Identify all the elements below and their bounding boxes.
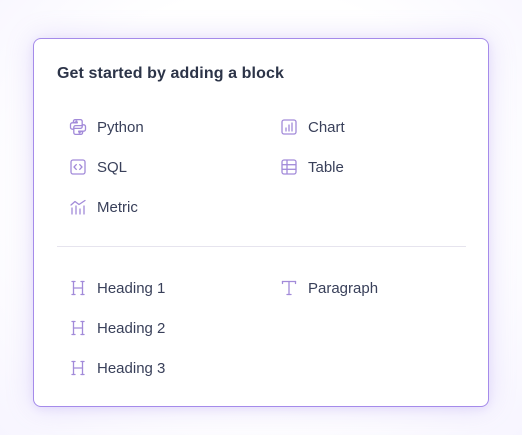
chart-label: Chart [308, 118, 345, 136]
add-table-block-button[interactable]: Table [279, 155, 344, 179]
python-label: Python [97, 118, 144, 136]
metric-label: Metric [97, 198, 138, 216]
heading-icon [68, 318, 88, 338]
panel-title: Get started by adding a block [57, 65, 284, 82]
add-python-block-button[interactable]: Python [68, 115, 144, 139]
heading-icon [68, 278, 88, 298]
paragraph-label: Paragraph [308, 279, 379, 297]
add-paragraph-block-button[interactable]: Paragraph [279, 276, 378, 300]
python-icon [68, 117, 88, 137]
add-metric-block-button[interactable]: Metric [68, 195, 138, 219]
metric-icon [68, 197, 88, 217]
canvas: Get started by adding a block Python Cha… [0, 0, 522, 435]
heading-1-label: Heading 1 [97, 279, 166, 297]
add-block-panel: Get started by adding a block Python Cha… [33, 38, 489, 407]
table-label: Table [308, 158, 344, 176]
sql-label: SQL [97, 158, 128, 176]
section-divider [57, 246, 466, 247]
add-sql-block-button[interactable]: SQL [68, 155, 127, 179]
heading-icon [68, 358, 88, 378]
chart-icon [279, 117, 299, 137]
heading-3-label: Heading 3 [97, 359, 166, 377]
sql-icon [68, 157, 88, 177]
heading-2-label: Heading 2 [97, 319, 166, 337]
add-chart-block-button[interactable]: Chart [279, 115, 345, 139]
paragraph-icon [279, 278, 299, 298]
table-icon [279, 157, 299, 177]
add-heading-1-block-button[interactable]: Heading 1 [68, 276, 165, 300]
add-heading-3-block-button[interactable]: Heading 3 [68, 356, 165, 380]
add-heading-2-block-button[interactable]: Heading 2 [68, 316, 165, 340]
